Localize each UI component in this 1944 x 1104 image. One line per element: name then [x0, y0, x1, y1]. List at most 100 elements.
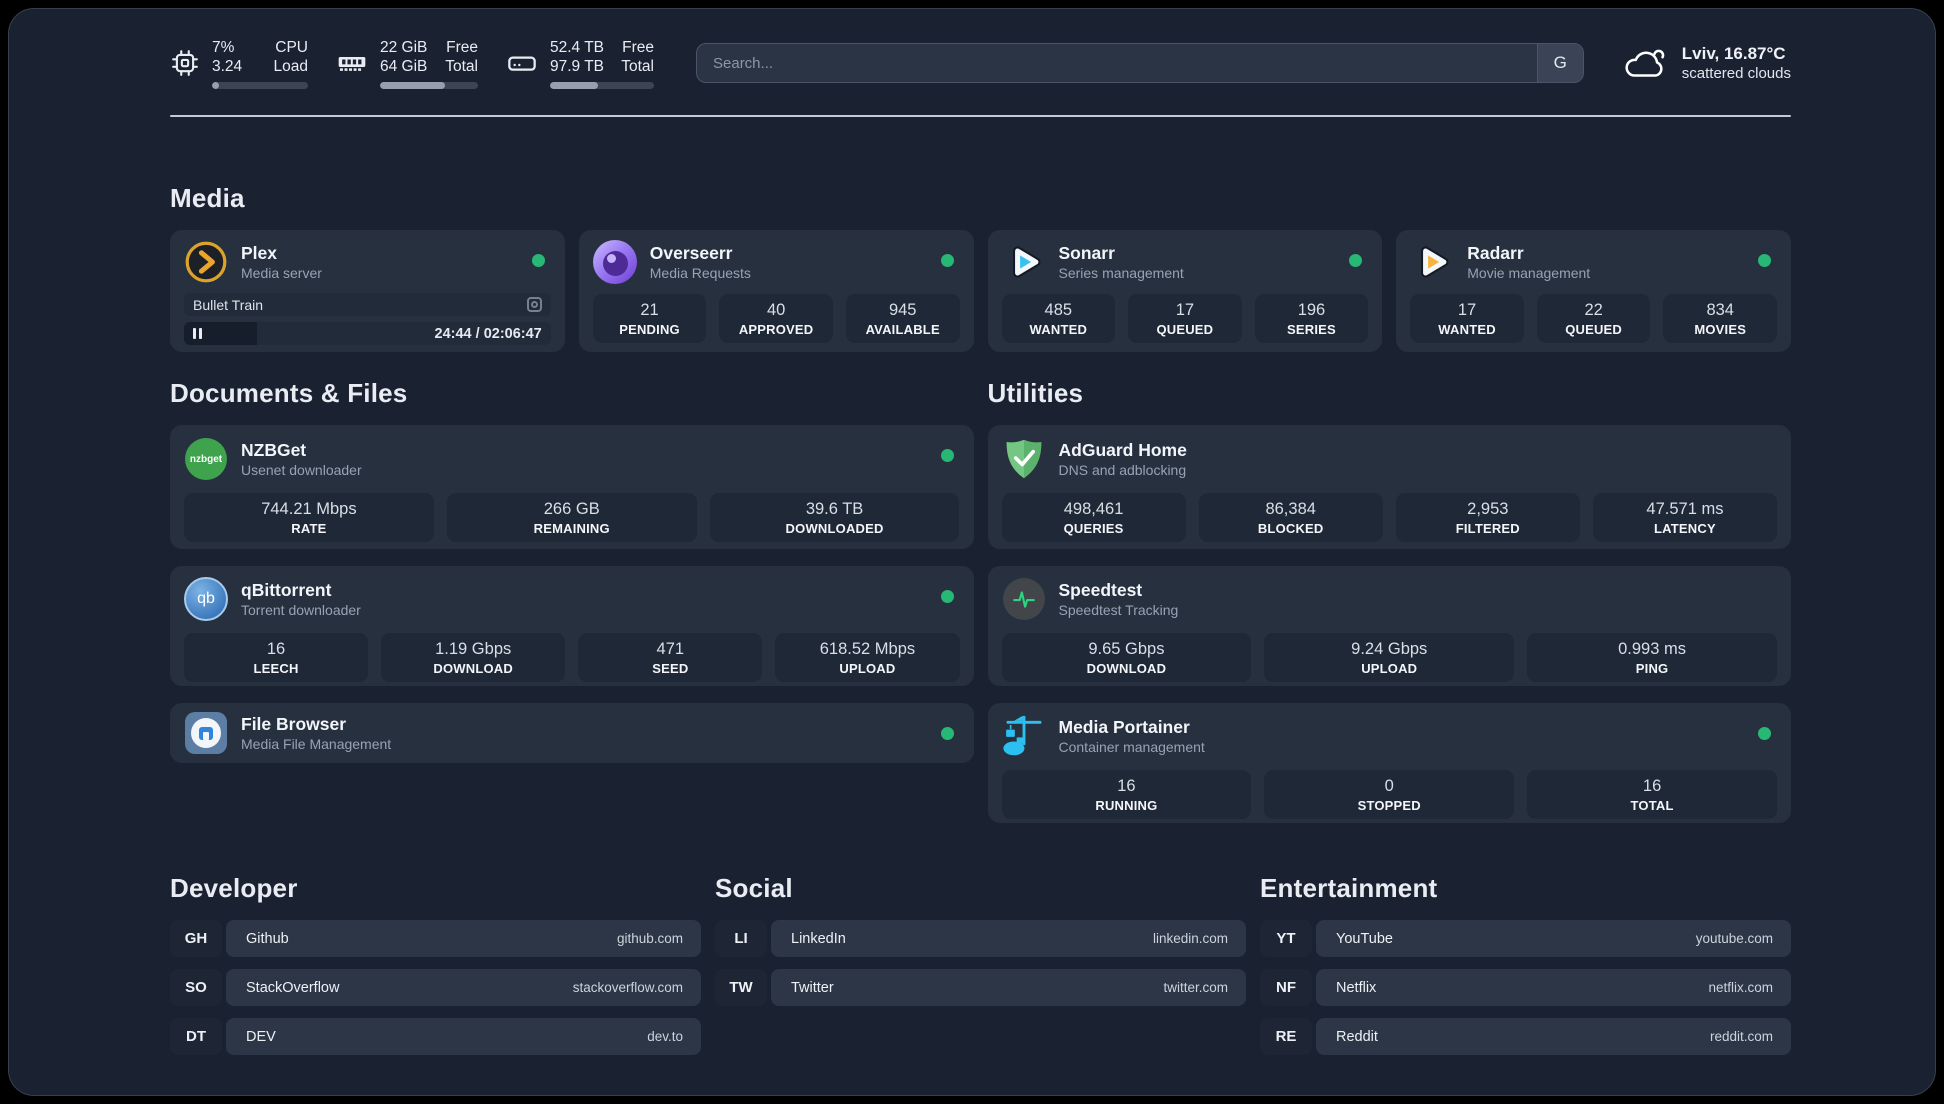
- stat-value: 618.52 Mbps: [819, 639, 916, 658]
- stat-label: PING: [1635, 660, 1669, 676]
- app-title: qBittorrent: [241, 580, 332, 600]
- search-engine-button[interactable]: G: [1536, 44, 1583, 82]
- app-subtitle: DNS and adblocking: [1058, 462, 1187, 478]
- disk-total-value: 97.9 TB: [550, 57, 605, 75]
- app-subtitle: Media Requests: [649, 265, 751, 281]
- weather-widget: Lviv, 16.87°C scattered clouds: [1622, 43, 1791, 83]
- status-dot: [1758, 727, 1771, 740]
- app-subtitle: Usenet downloader: [241, 462, 362, 478]
- bookmark-dev[interactable]: DT DEV dev.to: [170, 1018, 701, 1055]
- disk-free-label: Free: [622, 38, 654, 56]
- now-playing-row: Bullet Train: [184, 293, 551, 316]
- section-entertainment: Entertainment YT YouTube youtube.com NF N…: [1260, 873, 1791, 1067]
- bookmark-reddit[interactable]: RE Reddit reddit.com: [1260, 1018, 1791, 1055]
- pause-icon[interactable]: [193, 328, 202, 339]
- status-dot: [531, 254, 545, 267]
- bookmark-url: stackoverflow.com: [572, 980, 683, 995]
- status-dot: [940, 254, 954, 267]
- playback-progress-row[interactable]: 24:44 / 02:06:47: [184, 322, 551, 345]
- stat-label: QUEUED: [1156, 321, 1214, 337]
- system-stats: 7% 3.24 CPU Load 22 GiB 64 GiB Free Tota…: [170, 38, 654, 89]
- stat-tile: 17 QUEUED: [1128, 294, 1242, 343]
- stat-value: 834: [1706, 300, 1734, 319]
- app-card-speedtest[interactable]: Speedtest Speedtest Tracking 9.65 Gbps DO…: [987, 566, 1791, 686]
- disk-total-label: Total: [621, 57, 654, 75]
- app-subtitle: Speedtest Tracking: [1058, 602, 1179, 618]
- section-title-documents: Documents & Files: [170, 378, 408, 408]
- bookmark-name: LinkedIn: [791, 930, 846, 947]
- bookmark-linkedin[interactable]: LI LinkedIn linkedin.com: [715, 920, 1246, 957]
- plex-icon: [184, 240, 228, 284]
- stat-tile: 17 WANTED: [1410, 294, 1524, 343]
- stat-value: 266 GB: [543, 499, 600, 518]
- app-card-sonarr[interactable]: Sonarr Series management 485 WANTED 17 QUE…: [987, 230, 1383, 352]
- app-card-plex[interactable]: Plex Media server Bullet Train 24:44 / 0…: [170, 230, 565, 352]
- stat-tile: 1.19 Gbps DOWNLOAD: [381, 633, 566, 682]
- app-card-nzbget[interactable]: nzbget NZBGet Usenet downloader 744.21 M…: [170, 425, 974, 549]
- memory-progress-bar: [380, 81, 478, 89]
- stat-label: DOWNLOAD: [1086, 660, 1167, 676]
- app-card-adguard[interactable]: AdGuard Home DNS and adblocking 498,461 Q…: [987, 425, 1791, 549]
- stat-tile: 2,953 FILTERED: [1395, 493, 1580, 542]
- stat-tile: 39.6 TB DOWNLOADED: [709, 493, 960, 542]
- app-card-qbittorrent[interactable]: qb qBittorrent Torrent downloader 16 LEEC…: [170, 566, 974, 686]
- stat-label: FILTERED: [1455, 520, 1520, 536]
- app-subtitle: Torrent downloader: [241, 602, 361, 618]
- bookmark-youtube[interactable]: YT YouTube youtube.com: [1260, 920, 1791, 957]
- bookmark-url: dev.to: [647, 1029, 683, 1044]
- bookmark-url: linkedin.com: [1152, 931, 1228, 946]
- bookmark-twitter[interactable]: TW Twitter twitter.com: [715, 969, 1246, 1006]
- stat-value: 16: [1642, 776, 1662, 795]
- app-card-portainer[interactable]: Media Portainer Container management 16 R…: [987, 703, 1791, 823]
- dashboard: 7% 3.24 CPU Load 22 GiB 64 GiB Free Tota…: [8, 8, 1936, 1096]
- cpu-progress-fill: [212, 81, 219, 89]
- app-title: Speedtest: [1058, 580, 1143, 600]
- search-input[interactable]: [697, 44, 1537, 82]
- status-dot: [940, 449, 954, 462]
- stat-label: UPLOAD: [839, 660, 896, 676]
- stat-tile: 744.21 Mbps RATE: [184, 493, 434, 542]
- stat-tile: 471 SEED: [578, 633, 763, 682]
- bookmark-url: netflix.com: [1708, 980, 1773, 995]
- stat-tile: 0.993 ms PING: [1527, 633, 1777, 682]
- app-card-overseerr[interactable]: Overseerr Media Requests 21 PENDING 40 APP…: [578, 230, 974, 352]
- stat-label: DOWNLOADED: [785, 520, 884, 536]
- bookmark-netflix[interactable]: NF Netflix netflix.com: [1260, 969, 1791, 1006]
- app-card-radarr[interactable]: Radarr Movie management 17 WANTED 22 QUEUE…: [1396, 230, 1791, 352]
- camera-icon[interactable]: [526, 297, 542, 312]
- disk-progress-bar: [550, 81, 654, 89]
- bookmark-url: youtube.com: [1695, 931, 1773, 946]
- stat-tile: 0 STOPPED: [1264, 770, 1515, 819]
- stat-value: 744.21 Mbps: [261, 499, 357, 518]
- stat-tile: 47.571 ms LATENCY: [1592, 493, 1777, 542]
- stat-label: QUERIES: [1063, 520, 1124, 536]
- app-title: Radarr: [1467, 243, 1524, 263]
- section-social: Social LI LinkedIn linkedin.com TW Twitte…: [715, 873, 1246, 1067]
- search-bar: G: [696, 43, 1584, 83]
- section-title-developer: Developer: [170, 873, 298, 903]
- memory-free-value: 22 GiB: [380, 38, 428, 56]
- stat-tile: 22 QUEUED: [1536, 294, 1651, 343]
- stat-label: REMAINING: [533, 520, 610, 536]
- cpu-load-value: 3.24: [212, 57, 243, 75]
- sonarr-icon: [1002, 240, 1046, 284]
- bookmark-name: Twitter: [791, 979, 834, 996]
- qbittorrent-icon: qb: [184, 577, 228, 621]
- app-title: Plex: [241, 243, 277, 263]
- disk-progress-fill: [550, 81, 598, 89]
- stat-label: RUNNING: [1095, 797, 1158, 813]
- stat-label: PENDING: [619, 321, 680, 337]
- bookmark-github[interactable]: GH Github github.com: [170, 920, 701, 957]
- bookmark-stackoverflow[interactable]: SO StackOverflow stackoverflow.com: [170, 969, 701, 1006]
- stat-value: 2,953: [1467, 499, 1509, 518]
- status-dot: [940, 590, 954, 603]
- stat-tile: 498,461 QUERIES: [1001, 493, 1186, 542]
- app-title: Overseerr: [649, 243, 733, 263]
- app-card-filebrowser[interactable]: File Browser Media File Management: [170, 703, 974, 763]
- bookmark-name: Netflix: [1336, 979, 1377, 996]
- stat-value: 86,384: [1265, 499, 1316, 518]
- stat-value: 16: [1117, 776, 1136, 795]
- app-subtitle: Media File Management: [241, 736, 392, 752]
- stat-label: DOWNLOAD: [433, 660, 513, 676]
- bookmark-name: DEV: [246, 1028, 276, 1045]
